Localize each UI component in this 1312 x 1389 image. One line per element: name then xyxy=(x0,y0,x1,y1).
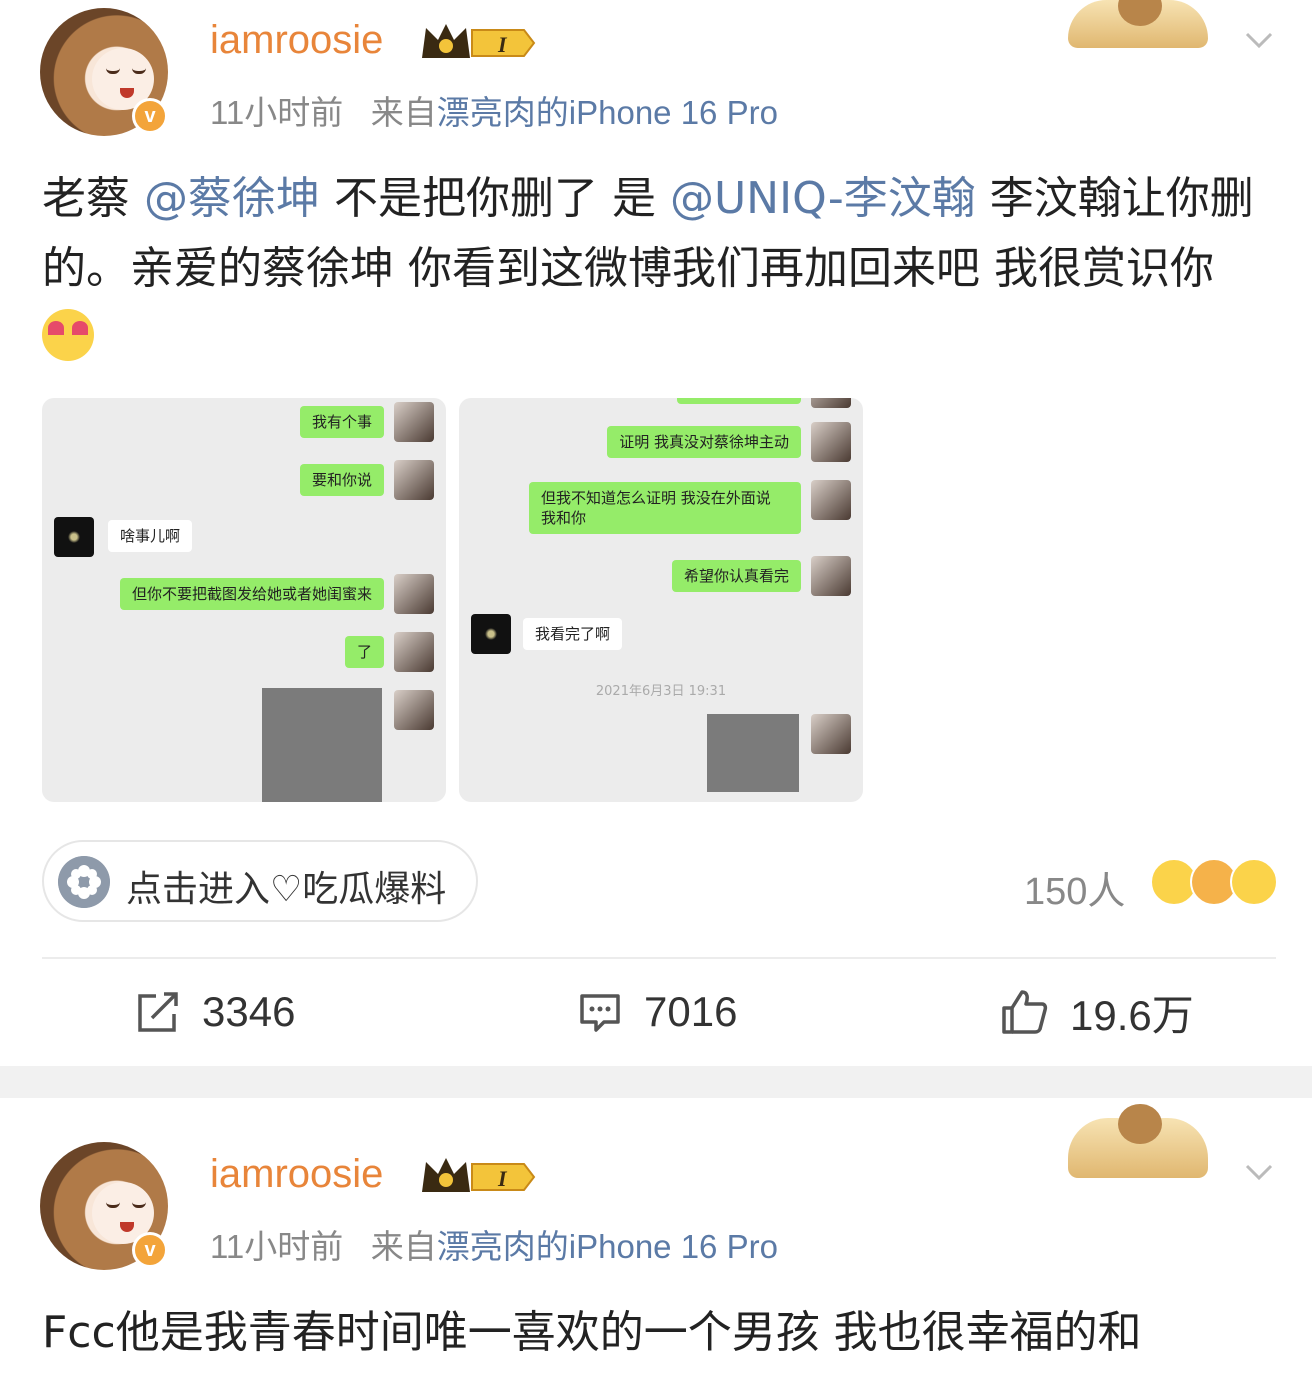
comment-button[interactable]: 7016 xyxy=(578,984,737,1040)
chat-image-placeholder xyxy=(262,688,382,802)
username[interactable]: iamroosie xyxy=(210,18,383,63)
post-text-segment: 老蔡 xyxy=(42,173,144,224)
thumbs-up-icon xyxy=(1002,990,1048,1034)
chat-avatar xyxy=(811,556,851,596)
chat-avatar xyxy=(394,690,434,730)
chat-bubble: 要和你说 xyxy=(299,464,384,496)
chevron-down-icon[interactable] xyxy=(1244,1156,1274,1186)
post-time: 11小时前 xyxy=(210,1228,344,1265)
shocked-emoji-icon xyxy=(1230,858,1278,906)
chat-screenshot-image[interactable]: 证明 我真没对蔡徐坤主动 但我不知道怎么证明 我没在外面说 我和你 希望你认真看… xyxy=(459,398,863,802)
chevron-down-icon[interactable] xyxy=(1244,24,1274,54)
post-time: 11小时前 xyxy=(210,94,344,131)
divider xyxy=(42,957,1276,959)
decoration-sticker-icon xyxy=(1068,0,1208,48)
chat-bubble: 我看完了啊 xyxy=(523,618,623,650)
weibo-post: v iamroosie I 11小时前 来自漂亮肉的iPhone 16 Pro … xyxy=(0,1098,1312,1389)
post-body: 老蔡 @蔡徐坤 不是把你删了 是 @UNIQ-李汶翰 李汶翰让你删的。亲爱的蔡徐… xyxy=(42,164,1272,374)
decoration-sticker-icon xyxy=(1068,1104,1208,1178)
heart-eyes-emoji-icon xyxy=(42,309,94,361)
repost-icon xyxy=(138,992,178,1032)
chat-bubble: 啥事儿啊 xyxy=(108,520,193,552)
chat-avatar xyxy=(394,632,434,672)
chat-avatar xyxy=(471,614,511,654)
topic-label: 点击进入♡吃瓜爆料 xyxy=(126,869,447,910)
comment-icon xyxy=(580,994,620,1032)
mention-link[interactable]: @UNIQ-李汶翰 xyxy=(670,173,976,224)
post-body: Fcc他是我青春时间唯一喜欢的一个男孩 我也很幸福的和 xyxy=(42,1307,1142,1358)
mention-link[interactable]: @蔡徐坤 xyxy=(144,173,320,224)
repost-button[interactable]: 3346 xyxy=(136,984,295,1040)
svg-text:I: I xyxy=(497,1166,508,1191)
source-device[interactable]: 漂亮肉的iPhone 16 Pro xyxy=(437,1228,778,1265)
chat-avatar xyxy=(394,574,434,614)
chat-avatar xyxy=(394,460,434,500)
chat-bubble: 我有个事 xyxy=(299,406,384,438)
chat-avatar xyxy=(394,402,434,442)
flower-icon xyxy=(58,856,110,908)
source-device[interactable]: 漂亮肉的iPhone 16 Pro xyxy=(437,94,778,131)
chat-avatar xyxy=(811,714,851,754)
chat-timestamp: 2021年6月3日 19:31 xyxy=(595,684,727,699)
verified-badge-icon: v xyxy=(132,1232,168,1268)
chat-bubble: 证明 我真没对蔡徐坤主动 xyxy=(607,426,801,458)
post-text-segment: 不是把你删了 是 xyxy=(320,173,670,224)
chat-bubble: 希望你认真看完 xyxy=(671,560,801,592)
chat-avatar xyxy=(811,480,851,520)
chat-bubble: 但我不知道怎么证明 我没在外面说 我和你 xyxy=(529,482,801,534)
post-meta: 11小时前 来自漂亮肉的iPhone 16 Pro xyxy=(210,86,778,134)
like-count: 19.6万 xyxy=(1070,991,1194,1039)
chat-bubble: 了 xyxy=(344,636,384,668)
verified-badge-icon: v xyxy=(132,98,168,134)
vip-crown-badge-icon: I xyxy=(422,24,536,58)
comment-count: 7016 xyxy=(644,988,738,1035)
username[interactable]: iamroosie xyxy=(210,1152,383,1197)
source-prefix: 来自 xyxy=(370,94,437,131)
feed-separator xyxy=(0,1066,1312,1098)
chat-avatar xyxy=(54,517,94,557)
repost-count: 3346 xyxy=(202,988,296,1035)
chat-avatar xyxy=(811,422,851,462)
like-button[interactable]: 19.6万 xyxy=(1000,984,1194,1040)
source-prefix: 来自 xyxy=(370,1228,437,1265)
chat-bubble: 但你不要把截图发给她或者她闺蜜来 xyxy=(119,578,384,610)
svg-text:I: I xyxy=(497,32,508,57)
weibo-post: v iamroosie I 11小时前 来自漂亮肉的iPhone 16 Pro … xyxy=(0,0,1312,1066)
chat-image-placeholder xyxy=(707,714,799,792)
post-meta: 11小时前 来自漂亮肉的iPhone 16 Pro xyxy=(210,1220,778,1268)
vip-crown-badge-icon: I xyxy=(422,1158,536,1192)
topic-link-button[interactable]: 点击进入♡吃瓜爆料 xyxy=(42,840,478,922)
reaction-count[interactable]: 150人 xyxy=(1024,860,1125,915)
chat-screenshot-image[interactable]: 我有个事 要和你说 啥事儿啊 但你不要把截图发给她或者她闺蜜来 了 xyxy=(42,398,446,802)
